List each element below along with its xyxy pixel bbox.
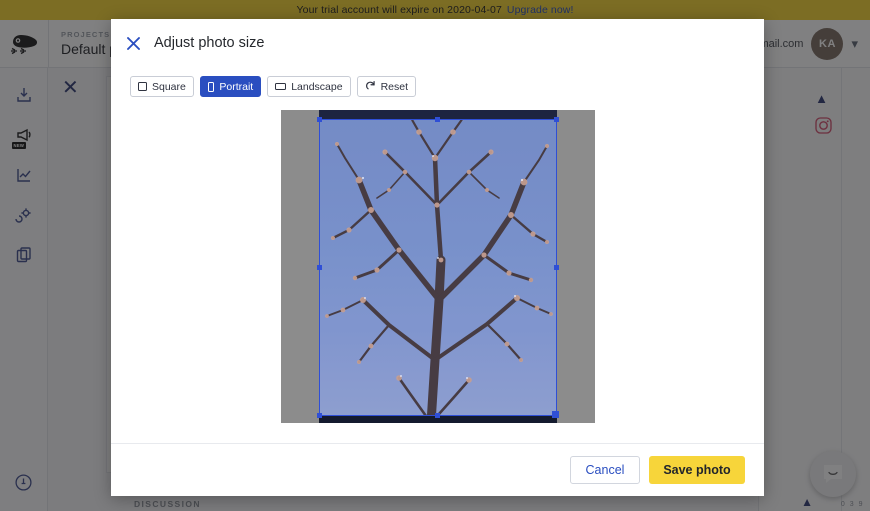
aspect-ratio-toolbar: Square Portrait Landscape Reset (130, 76, 417, 97)
landscape-ratio-button[interactable]: Landscape (267, 76, 351, 97)
crop-handle-bottom-right[interactable] (551, 411, 559, 418)
landscape-ratio-label: Landscape (291, 80, 343, 93)
crop-handle-bottom-left[interactable] (316, 413, 322, 418)
square-ratio-button[interactable]: Square (130, 76, 194, 97)
reset-button[interactable]: Reset (356, 76, 417, 97)
dialog-header: Adjust photo size (111, 19, 764, 67)
reset-rotate-icon (365, 80, 376, 94)
dialog-footer: Cancel Save photo (111, 443, 764, 496)
crop-handle-top-left[interactable] (316, 117, 322, 122)
dialog-title: Adjust photo size (154, 35, 265, 51)
crop-handle-top-middle[interactable] (435, 117, 440, 122)
adjust-photo-size-dialog: Adjust photo size Square Portrait Landsc… (111, 19, 764, 496)
crop-handle-top-right[interactable] (553, 117, 559, 122)
photo-crop-stage[interactable] (280, 110, 595, 423)
dialog-body: Square Portrait Landscape Reset (111, 67, 764, 443)
cancel-button[interactable]: Cancel (570, 456, 640, 484)
crop-handle-bottom-middle[interactable] (435, 413, 440, 418)
close-icon[interactable] (125, 35, 142, 52)
crop-selection-rectangle[interactable] (316, 117, 559, 418)
square-ratio-label: Square (152, 80, 186, 93)
portrait-ratio-label: Portrait (219, 80, 254, 93)
app-root: Your trial account will expire on 2020-0… (0, 0, 870, 511)
reset-label: Reset (380, 80, 409, 93)
square-ratio-icon (138, 82, 147, 91)
crop-handle-middle-left[interactable] (316, 265, 322, 270)
save-photo-button[interactable]: Save photo (649, 456, 745, 484)
portrait-ratio-button[interactable]: Portrait (199, 76, 262, 97)
landscape-ratio-icon (275, 82, 287, 91)
portrait-ratio-icon (207, 81, 215, 92)
crop-handle-middle-right[interactable] (553, 265, 559, 270)
